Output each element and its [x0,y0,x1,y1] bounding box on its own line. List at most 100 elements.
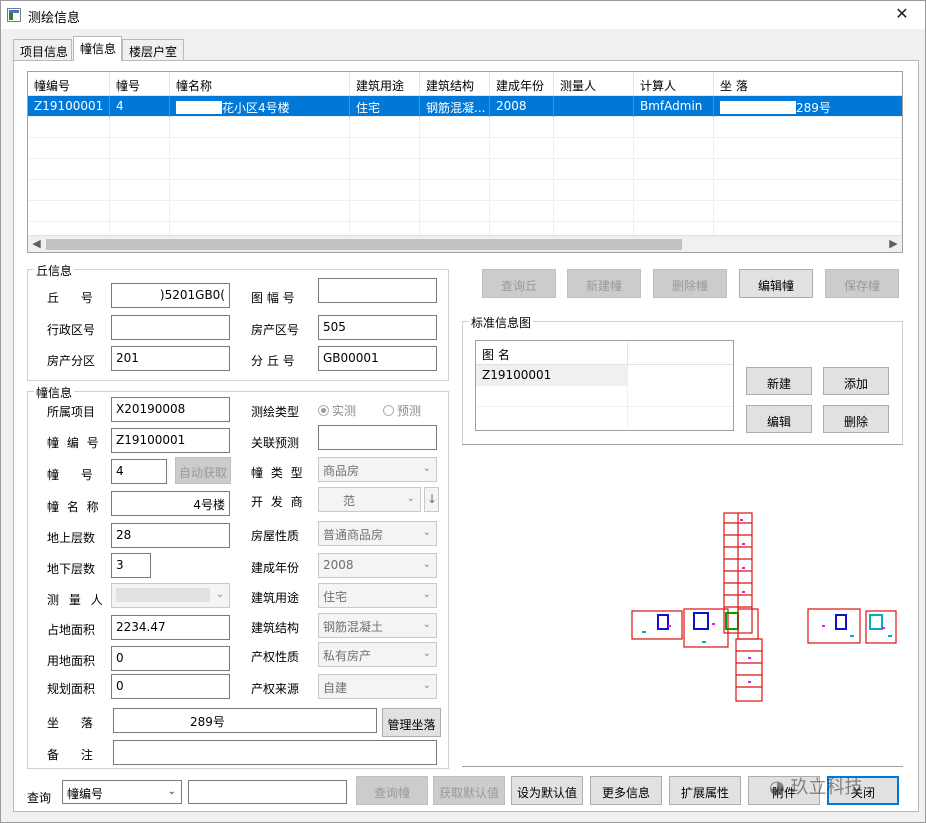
building-type-select[interactable]: 商品房 ⌄ [318,457,437,482]
new-drawing-button[interactable]: 新建 [746,367,812,395]
below-floors-field[interactable]: 3 [111,553,151,578]
close-window-button[interactable]: ✕ [879,1,925,29]
chevron-down-icon: ⌄ [167,786,176,797]
right-source-select[interactable]: 自建 ⌄ [318,674,437,699]
building-grid[interactable]: 幢编号 幢号 幢名称 建筑用途 建筑结构 建成年份 测量人 计算人 坐 落 Z1… [27,71,903,253]
building-no-field[interactable]: 4 [111,459,167,484]
surveyor-select[interactable]: ⌄ [111,583,230,608]
empty-cell [714,201,902,222]
empty-cell [110,201,170,222]
sub-parcel-label: 分 丘 号 [251,354,295,368]
get-default-button[interactable]: 获取默认值 [433,776,505,805]
empty-cell [420,117,490,138]
sheet-no-field[interactable] [318,278,437,303]
remark-label: 备 注 [47,748,102,762]
col-usage[interactable]: 建筑用途 [350,72,420,96]
edit-building-button[interactable]: 编辑幢 [739,269,813,298]
scroll-right-icon[interactable]: ▶ [885,236,902,252]
col-structure[interactable]: 建筑结构 [420,72,490,96]
survey-actual-radio[interactable]: 实测 [318,402,356,419]
wechat-icon: ◕ [769,777,785,798]
col-location[interactable]: 坐 落 [714,72,902,96]
building-name-field[interactable]: 4号楼 [111,491,230,516]
above-floors-label: 地上层数 [47,531,96,545]
watermark-text: 玖立科技 [790,777,863,798]
edit-drawing-button[interactable]: 编辑 [746,405,812,433]
structure-select[interactable]: 钢筋混凝土 ⌄ [318,613,437,638]
extended-attributes-button[interactable]: 扩展属性 [669,776,741,805]
col-calculator[interactable]: 计算人 [634,72,714,96]
manage-location-button[interactable]: 管理坐落 [382,708,441,737]
property-zone-field[interactable]: 505 [318,315,437,340]
more-info-button[interactable]: 更多信息 [590,776,662,805]
add-drawing-button[interactable]: 添加 [823,367,889,395]
empty-cell [490,138,554,159]
usage-value: 住宅 [323,590,348,604]
col-building-code[interactable]: 幢编号 [28,72,110,96]
empty-cell [714,117,902,138]
parcel-no-field[interactable]: )5201GB0( [111,283,230,308]
footprint-field[interactable]: 2234.47 [111,615,230,640]
location-field[interactable]: 289号 [113,708,377,733]
table-row[interactable]: Z19100001 4 花小区4号楼 住宅 钢筋混凝... 2008 BmfAd… [28,96,902,117]
below-floors-label: 地下层数 [47,562,96,576]
query-value-input[interactable] [188,780,347,804]
query-parcel-button[interactable]: 查询丘 [482,269,556,298]
property-zone-label: 房产区号 [251,323,300,337]
col-drawing-extra[interactable] [628,341,733,365]
developer-select[interactable]: 范 ⌄ [318,487,421,512]
tab-floor-rooms[interactable]: 楼层户室 [122,39,184,60]
right-nature-value: 私有房产 [323,649,372,663]
survey-predict-radio[interactable]: 预测 [383,402,421,419]
empty-cell [420,201,490,222]
list-item [476,407,733,428]
set-default-button[interactable]: 设为默认值 [511,776,583,805]
above-floors-field[interactable]: 28 [111,523,230,548]
drawings-list[interactable]: 图 名 Z19100001 [475,340,734,431]
plan-area-field[interactable]: 0 [111,674,230,699]
right-nature-select[interactable]: 私有房产 ⌄ [318,642,437,667]
usage-select[interactable]: 住宅 ⌄ [318,583,437,608]
col-drawing-name[interactable]: 图 名 [476,341,628,365]
empty-table-row [28,159,902,180]
tab-project-info[interactable]: 项目信息 [13,39,72,60]
building-type-value: 商品房 [323,464,360,478]
cell-location: 289号 [714,96,902,117]
grid-horizontal-scrollbar[interactable]: ◀ ▶ [28,235,902,252]
year-select[interactable]: 2008 ⌄ [318,553,437,578]
developer-lookup-button[interactable]: ↓ [424,487,439,512]
empty-cell [350,138,420,159]
new-building-button[interactable]: 新建幢 [567,269,641,298]
related-field[interactable] [318,425,437,450]
scroll-thumb[interactable] [46,239,682,250]
scroll-left-icon[interactable]: ◀ [28,236,45,252]
remark-field[interactable] [113,740,437,765]
floor-plan-preview[interactable] [462,444,903,767]
col-year[interactable]: 建成年份 [490,72,554,96]
window-title: 测绘信息 [28,11,81,26]
empty-cell [110,180,170,201]
query-building-button[interactable]: 查询幢 [356,776,428,805]
delete-building-button[interactable]: 删除幢 [653,269,727,298]
query-field-select[interactable]: 幢编号 ⌄ [62,780,182,804]
auto-get-button[interactable]: 自动获取 [175,457,231,484]
col-building-no[interactable]: 幢号 [110,72,170,96]
admin-zone-field[interactable] [111,315,230,340]
project-field[interactable]: X20190008 [111,397,230,422]
delete-drawing-button[interactable]: 删除 [823,405,889,433]
building-code-field[interactable]: Z19100001 [111,428,230,453]
chevron-down-icon: ⌄ [422,589,431,600]
cell-building-code: Z19100001 [28,96,110,117]
plan-area-label: 规划面积 [47,682,96,696]
col-building-name[interactable]: 幢名称 [170,72,350,96]
land-area-field[interactable]: 0 [111,646,230,671]
col-surveyor[interactable]: 测量人 [554,72,634,96]
house-nature-select[interactable]: 普通商品房 ⌄ [318,521,437,546]
building-name-label: 幢 名 称 [47,500,101,514]
list-item[interactable]: Z19100001 [476,365,733,386]
property-subzone-field[interactable]: 201 [111,346,230,371]
cell-surveyor [554,96,634,117]
save-building-button[interactable]: 保存幢 [825,269,899,298]
tab-building-info[interactable]: 幢信息 [73,36,122,61]
sub-parcel-field[interactable]: GB00001 [318,346,437,371]
